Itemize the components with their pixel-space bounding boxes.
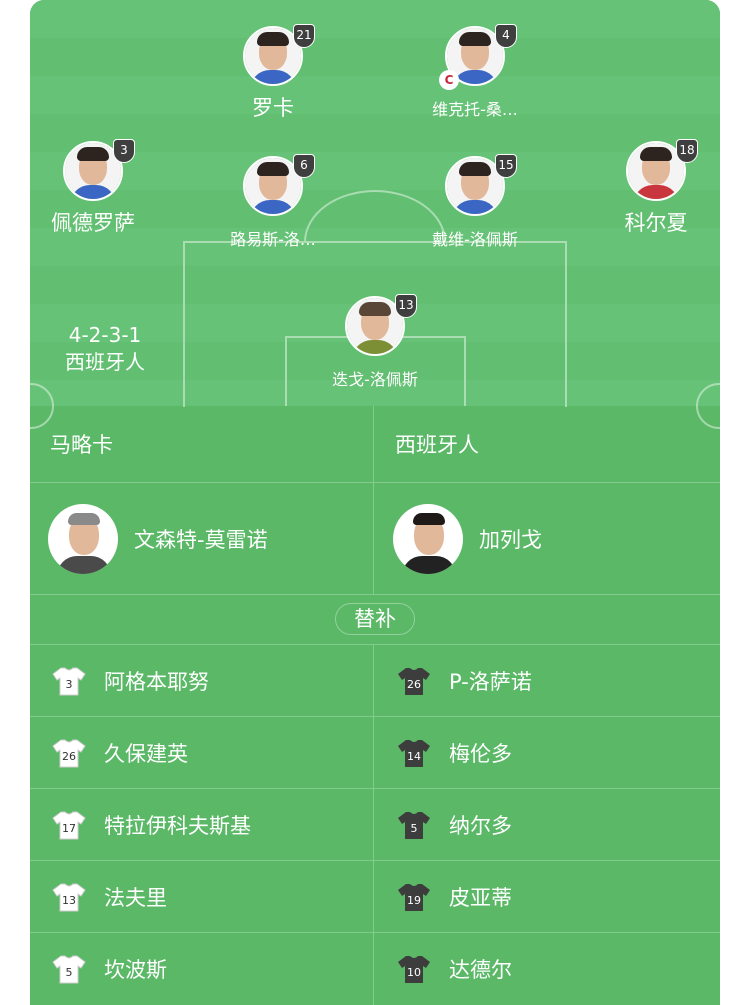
away-team-name: 西班牙人 xyxy=(395,433,479,457)
away-shirt-icon: 14 xyxy=(398,739,430,767)
sub-player[interactable]: 26 久保建英 xyxy=(30,717,374,788)
sub-player-name: 坎波斯 xyxy=(104,958,167,982)
player-name: 路易斯-洛… xyxy=(230,230,316,249)
sub-row: 17 特拉伊科夫斯基 5 纳尔多 xyxy=(30,788,720,860)
sub-player[interactable]: 13 法夫里 xyxy=(30,861,374,932)
home-coach[interactable]: 文森特-莫雷诺 xyxy=(30,483,374,594)
shirt-number-badge: 3 xyxy=(113,139,135,163)
pitch: 21 罗卡 4 C 维克托-桑… 3 佩德罗萨 6 路易斯-洛… 15 戴维-洛… xyxy=(30,0,720,429)
home-shirt-icon: 3 xyxy=(52,667,86,695)
sub-player[interactable]: 14 梅伦多 xyxy=(375,717,720,788)
shirt-number: 26 xyxy=(62,750,76,763)
shirt-number: 13 xyxy=(62,894,76,907)
away-shirt-icon: 5 xyxy=(398,811,430,839)
player-card[interactable]: 6 路易斯-洛… xyxy=(198,154,348,250)
coach-name: 文森特-莫雷诺 xyxy=(134,527,268,552)
sub-player[interactable]: 17 特拉伊科夫斯基 xyxy=(30,789,374,860)
shirt-number-badge: 18 xyxy=(676,139,698,163)
player-name: 佩德罗萨 xyxy=(51,211,135,235)
sub-player-name: 达德尔 xyxy=(449,958,512,982)
shirt-number: 19 xyxy=(407,894,421,907)
sub-player[interactable]: 5 纳尔多 xyxy=(375,789,720,860)
home-shirt-icon: 13 xyxy=(52,883,86,911)
away-shirt-icon: 19 xyxy=(398,883,430,911)
player-card[interactable]: 13 迭戈-洛佩斯 xyxy=(300,294,450,390)
shirt-number: 10 xyxy=(407,966,421,979)
shirt-number: 5 xyxy=(411,822,418,835)
player-name: 迭戈-洛佩斯 xyxy=(332,370,418,389)
sub-player-name: 梅伦多 xyxy=(449,741,512,766)
subs-header-row: 替补 xyxy=(30,594,720,644)
lineup-table: 马略卡 西班牙人 文森特-莫雷诺 加列戈 替补 3 阿格本耶努 26 P-洛萨诺… xyxy=(30,406,720,1005)
sub-player-name: 阿格本耶努 xyxy=(104,669,209,694)
sub-row: 26 久保建英 14 梅伦多 xyxy=(30,716,720,788)
home-team-name: 马略卡 xyxy=(50,433,113,457)
coach-name: 加列戈 xyxy=(479,527,542,552)
team-header-row: 马略卡 西班牙人 xyxy=(30,406,720,482)
home-shirt-icon: 26 xyxy=(52,739,86,767)
player-card[interactable]: 3 佩德罗萨 xyxy=(30,139,168,237)
sub-player[interactable]: 3 阿格本耶努 xyxy=(30,645,374,716)
player-avatar: 21 xyxy=(243,24,315,86)
player-name: 戴维-洛佩斯 xyxy=(432,230,518,249)
player-card[interactable]: 4 C 维克托-桑… xyxy=(400,24,550,120)
away-coach[interactable]: 加列戈 xyxy=(375,483,720,594)
player-avatar: 15 xyxy=(445,154,517,216)
sub-player[interactable]: 19 皮亚蒂 xyxy=(375,861,720,932)
sub-player[interactable]: 26 P-洛萨诺 xyxy=(375,645,720,716)
sub-player-name: 特拉伊科夫斯基 xyxy=(104,813,251,838)
shirt-number: 5 xyxy=(66,966,73,979)
player-avatar: 13 xyxy=(345,294,417,356)
lineup-panel: 21 罗卡 4 C 维克托-桑… 3 佩德罗萨 6 路易斯-洛… 15 戴维-洛… xyxy=(30,0,720,1005)
shirt-number-badge: 21 xyxy=(293,24,315,48)
player-name: 科尔夏 xyxy=(624,211,688,235)
player-name: 罗卡 xyxy=(252,96,294,120)
player-card[interactable]: 15 戴维-洛佩斯 xyxy=(400,154,550,250)
player-avatar: 6 xyxy=(243,154,315,216)
player-avatar: 3 xyxy=(63,139,135,201)
player-avatar: 18 xyxy=(626,139,698,201)
sub-player-name: P-洛萨诺 xyxy=(449,669,532,694)
sub-player-name: 久保建英 xyxy=(104,741,188,766)
home-shirt-icon: 5 xyxy=(52,955,86,984)
shirt-number: 17 xyxy=(62,822,76,835)
shirt-number: 3 xyxy=(66,678,73,691)
shirt-number-badge: 4 xyxy=(495,24,517,48)
sub-player-name: 皮亚蒂 xyxy=(449,885,512,910)
home-shirt-icon: 17 xyxy=(52,811,86,839)
shirt-number-badge: 15 xyxy=(495,154,517,178)
player-card[interactable]: 21 罗卡 xyxy=(198,24,348,122)
shirt-number: 14 xyxy=(407,750,421,763)
formation-team: 西班牙人 xyxy=(65,350,145,374)
shirt-number-badge: 13 xyxy=(395,294,417,318)
away-shirt-icon: 10 xyxy=(398,956,430,983)
coach-row: 文森特-莫雷诺 加列戈 xyxy=(30,482,720,594)
substitutes-label: 替补 xyxy=(335,603,415,635)
shirt-number: 26 xyxy=(407,678,421,691)
player-avatar: 4 C xyxy=(439,24,517,90)
sub-row: 13 法夫里 19 皮亚蒂 xyxy=(30,860,720,932)
sub-player[interactable]: 5 坎波斯 xyxy=(30,933,374,1005)
sub-row: 3 阿格本耶努 26 P-洛萨诺 xyxy=(30,644,720,716)
sub-row: 5 坎波斯 10 达德尔 xyxy=(30,932,720,1005)
sub-player-name: 法夫里 xyxy=(104,885,167,910)
player-name: 维克托-桑… xyxy=(432,100,518,119)
sub-player[interactable]: 10 达德尔 xyxy=(375,933,720,1005)
player-card[interactable]: 18 科尔夏 xyxy=(581,139,720,237)
sub-player-name: 纳尔多 xyxy=(449,813,512,838)
formation-label: 4-2-3-1 西班牙人 xyxy=(50,322,160,376)
captain-badge: C xyxy=(439,70,459,90)
coach-avatar xyxy=(393,503,463,574)
away-shirt-icon: 26 xyxy=(398,667,430,695)
shirt-number-badge: 6 xyxy=(293,154,315,178)
coach-avatar xyxy=(48,503,118,574)
formation-shape: 4-2-3-1 xyxy=(68,323,142,347)
